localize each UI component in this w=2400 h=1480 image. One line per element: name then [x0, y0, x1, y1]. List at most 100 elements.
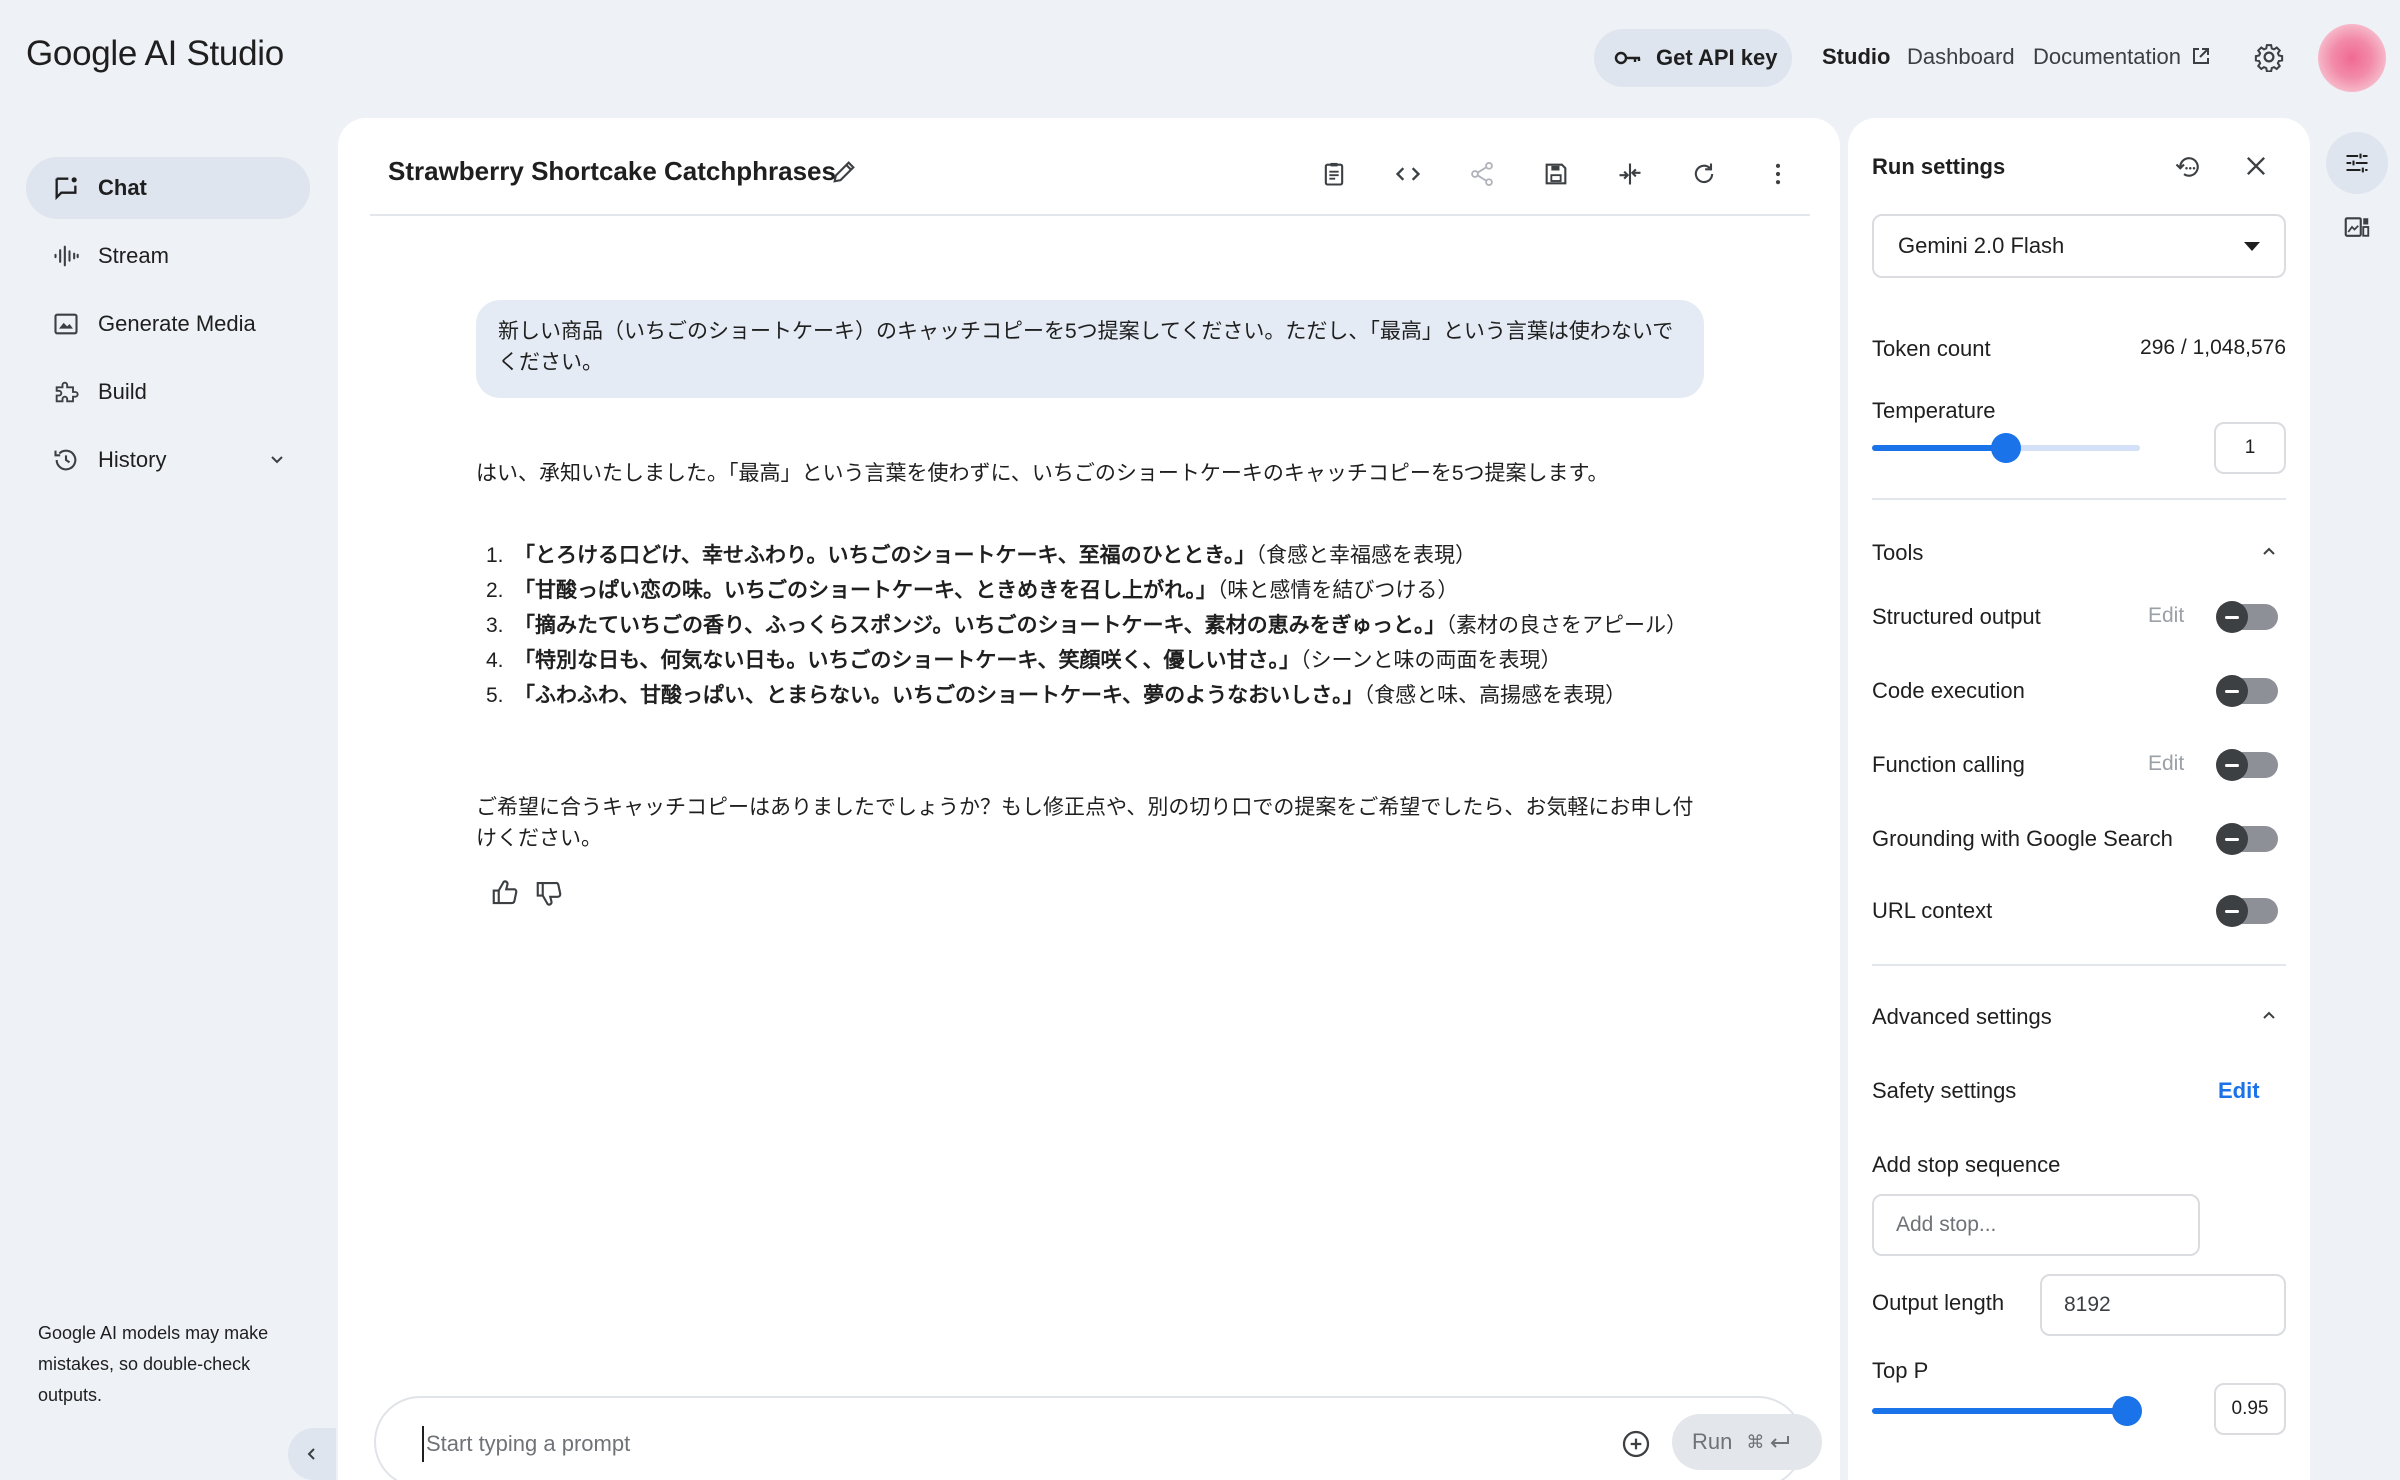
- list-item: 1. 「とろける口どけ、幸せふわり。いちごのショートケーキ、至福のひととき。」（食…: [486, 544, 1477, 567]
- tool-grounding-label: Grounding with Google Search: [1872, 826, 2173, 851]
- sidebar-item-label: Generate Media: [98, 311, 256, 336]
- reply-outro: ご希望に合うキャッチコピーはありましたでしょうか？もし修正点や、別の切り口での提…: [476, 796, 1694, 850]
- divider: [1872, 498, 2286, 500]
- prompt-input[interactable]: [422, 1426, 1522, 1462]
- run-label: Run: [1692, 1429, 1733, 1454]
- function-calling-toggle[interactable]: [2216, 749, 2278, 781]
- divider: [1872, 964, 2286, 966]
- save-icon[interactable]: [1538, 156, 1574, 192]
- chat-title: Strawberry Shortcake Catchphrases: [388, 156, 836, 186]
- model-select-value: Gemini 2.0 Flash: [1898, 233, 2065, 258]
- tool-structured-output-edit[interactable]: Edit: [2148, 604, 2184, 628]
- run-settings-panel: Run settings Gemini 2.0 Flash Token coun…: [1848, 118, 2310, 1480]
- get-api-key-label: Get API key: [1656, 45, 1778, 70]
- tool-url-context-label: URL context: [1872, 898, 1993, 923]
- chat-icon: [52, 174, 80, 202]
- safety-settings-edit-link[interactable]: Edit: [2218, 1078, 2260, 1104]
- sidebar-item-build[interactable]: Build: [26, 361, 310, 423]
- reply-intro: はい、承知いたしました。「最高」という言葉を使わずに、いちごのショートケーキのキ…: [476, 462, 1609, 485]
- temperature-slider-thumb[interactable]: [1991, 433, 2021, 463]
- stop-sequence-input[interactable]: [1872, 1194, 2200, 1256]
- nav-dashboard-link[interactable]: Dashboard: [1907, 44, 2015, 70]
- tool-structured-output-label: Structured output: [1872, 604, 2041, 629]
- get-api-key-button[interactable]: Get API key: [1594, 29, 1792, 87]
- code-icon[interactable]: [1390, 156, 1426, 192]
- stop-sequence-label: Add stop sequence: [1872, 1152, 2061, 1177]
- avatar[interactable]: [2318, 24, 2386, 92]
- share-icon[interactable]: [1464, 156, 1500, 192]
- model-select[interactable]: Gemini 2.0 Flash: [1872, 214, 2286, 278]
- list-item: 5. 「ふわふわ、甘酸っぱい、とまらない。いちごのショートケーキ、夢のようなおいし…: [486, 684, 1627, 707]
- image-icon: [52, 310, 80, 338]
- puzzle-icon: [52, 378, 80, 406]
- key-icon: [1614, 48, 1642, 68]
- sidebar-item-label: History: [98, 447, 167, 472]
- advanced-settings-label[interactable]: Advanced settings: [1872, 1004, 2052, 1030]
- settings-title: Run settings: [1872, 154, 2006, 179]
- tune-icon: [2343, 149, 2371, 177]
- sidebar-item-label: Build: [98, 379, 147, 404]
- structured-output-toggle[interactable]: [2216, 601, 2278, 633]
- refresh-icon[interactable]: [1686, 156, 1722, 192]
- user-message: 新しい商品（いちごのショートケーキ）のキャッチコピーを5つ提案してください。ただ…: [476, 300, 1704, 398]
- dropdown-arrow-icon: [2244, 242, 2260, 251]
- safety-settings-label: Safety settings: [1872, 1078, 2017, 1103]
- more-options-icon[interactable]: [1760, 156, 1796, 192]
- collapse-sidebar-button[interactable]: [288, 1428, 336, 1480]
- reply-list: 1. 「とろける口どけ、幸せふわり。いちごのショートケーキ、至福のひととき。」（食…: [476, 538, 1706, 713]
- reset-settings-icon[interactable]: [2174, 152, 2204, 182]
- top-p-input[interactable]: 0.95: [2214, 1383, 2286, 1435]
- top-p-slider-thumb[interactable]: [2111, 1396, 2142, 1426]
- gear-icon[interactable]: [2254, 42, 2284, 72]
- temperature-input[interactable]: 1: [2214, 422, 2286, 474]
- tool-function-calling-edit[interactable]: Edit: [2148, 752, 2184, 776]
- top-p-slider-fill: [1872, 1408, 2127, 1414]
- sidebar-item-chat[interactable]: Chat: [26, 157, 310, 219]
- thumbs-down-icon[interactable]: [534, 878, 564, 908]
- chevron-down-icon[interactable]: [268, 451, 286, 469]
- history-icon: [52, 446, 80, 474]
- external-link-icon: [2191, 46, 2211, 66]
- tool-code-execution-label: Code execution: [1872, 678, 2025, 703]
- code-execution-toggle[interactable]: [2216, 675, 2278, 707]
- output-length-label: Output length: [1872, 1290, 2005, 1315]
- sidebar-item-history[interactable]: History: [26, 429, 310, 491]
- token-count-value: 296 / 1,048,576: [2140, 336, 2286, 359]
- top-p-slider[interactable]: [1872, 1396, 2142, 1426]
- sidebar-item-generate-media[interactable]: Generate Media: [26, 293, 310, 355]
- top-p-label: Top P: [1872, 1358, 1929, 1383]
- disclaimer-text: Google AI models may make mistakes, so d…: [38, 1323, 269, 1405]
- output-length-input[interactable]: [2040, 1274, 2286, 1336]
- sidebar-item-label: Chat: [98, 175, 147, 200]
- chat-panel: Strawberry Shortcake Catchphrases 新しい商品（…: [338, 118, 1840, 1480]
- chevron-left-icon: [304, 1446, 320, 1462]
- prompt-box: Run ⌘: [374, 1396, 1822, 1480]
- temperature-slider[interactable]: [1872, 433, 2140, 463]
- run-settings-toggle-button[interactable]: [2326, 132, 2388, 194]
- tools-section-label[interactable]: Tools: [1872, 540, 1923, 566]
- nav-studio-link[interactable]: Studio: [1822, 44, 1890, 70]
- media-panel-icon[interactable]: [2342, 212, 2372, 242]
- chevron-up-icon[interactable]: [2260, 542, 2278, 560]
- grounding-toggle[interactable]: [2216, 823, 2278, 855]
- add-media-icon[interactable]: [1620, 1428, 1652, 1460]
- list-item: 3. 「摘みたていちごの香り、ふっくらスポンジ。いちごのショートケーキ、素材の恵み…: [486, 614, 1688, 637]
- edit-title-icon[interactable]: [830, 158, 858, 186]
- nav-documentation-link[interactable]: Documentation: [2033, 44, 2181, 70]
- run-shortcut: ⌘: [1746, 1432, 1790, 1453]
- chevron-up-icon[interactable]: [2260, 1006, 2278, 1024]
- close-icon[interactable]: [2242, 152, 2270, 180]
- stream-icon: [52, 242, 80, 270]
- token-count-label: Token count: [1872, 336, 1991, 361]
- sidebar-item-stream[interactable]: Stream: [26, 225, 310, 287]
- temperature-slider-fill: [1872, 445, 2006, 451]
- temperature-label: Temperature: [1872, 398, 1996, 423]
- clipboard-icon[interactable]: [1316, 156, 1352, 192]
- run-button[interactable]: Run ⌘: [1672, 1414, 1822, 1470]
- compare-icon[interactable]: [1612, 156, 1648, 192]
- list-item: 2. 「甘酸っぱい恋の味。いちごのショートケーキ、ときめきを召し上がれ。」（味と感…: [486, 579, 1459, 602]
- tool-function-calling-label: Function calling: [1872, 752, 2025, 777]
- thumbs-up-icon[interactable]: [490, 878, 520, 908]
- url-context-toggle[interactable]: [2216, 895, 2278, 927]
- app-logo[interactable]: Google AI Studio: [26, 34, 284, 74]
